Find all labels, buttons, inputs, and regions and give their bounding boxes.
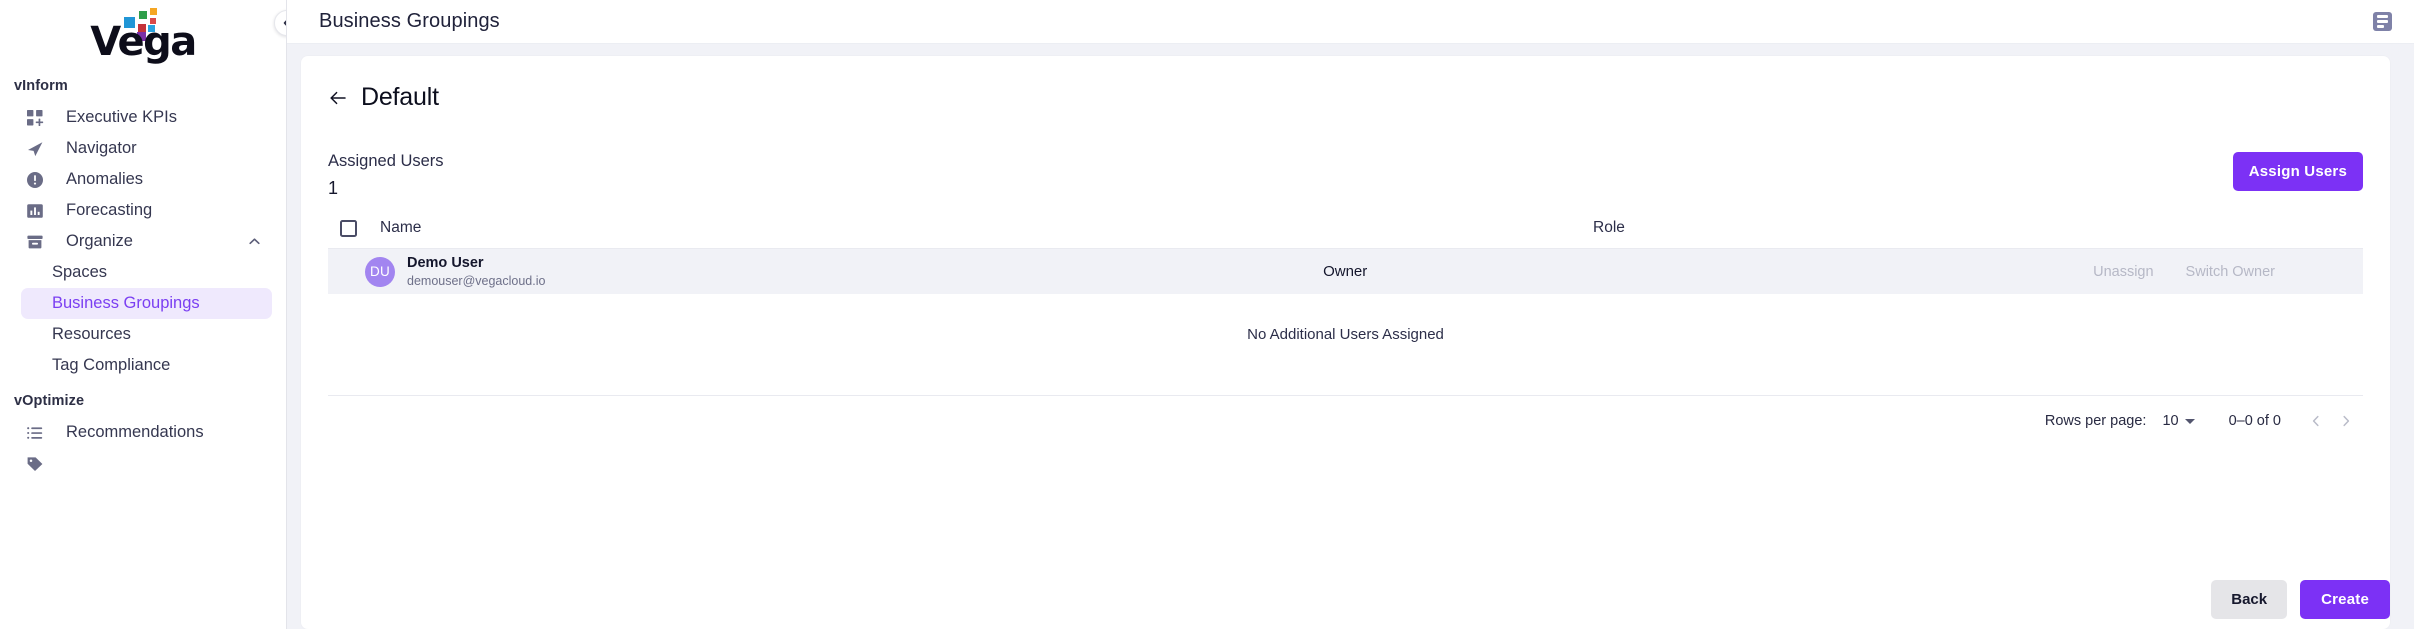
chevron-left-icon — [283, 20, 286, 26]
sidebar-item-partial-cutoff[interactable] — [14, 448, 272, 479]
column-header-role: Role — [1593, 219, 1625, 236]
select-all-checkbox[interactable] — [340, 219, 357, 237]
sidebar-item-anomalies[interactable]: Anomalies — [14, 164, 272, 195]
brand-logo[interactable]: Vega — [0, 0, 286, 66]
chevron-left-icon — [2312, 415, 2319, 427]
sidebar-item-forecasting[interactable]: Forecasting — [14, 195, 272, 226]
sidebar-subitem-spaces[interactable]: Spaces — [21, 257, 272, 288]
back-button[interactable]: Back — [2211, 580, 2288, 619]
rows-per-page-select[interactable]: 10 — [2162, 413, 2195, 429]
assign-users-button[interactable]: Assign Users — [2232, 152, 2363, 191]
pagination-prev-button[interactable] — [2301, 406, 2331, 436]
chevron-up-icon[interactable] — [247, 234, 262, 249]
sidebar-subitem-tag-compliance[interactable]: Tag Compliance — [21, 350, 272, 381]
page-breadcrumb-title: Business Groupings — [319, 10, 500, 32]
table-header-row: Name Role — [328, 218, 2363, 249]
content-area: Default Assigned Users 1 Assign Users Na… — [287, 44, 2414, 629]
sidebar-subitem-business-groupings[interactable]: Business Groupings — [21, 288, 272, 319]
assigned-users-count: 1 — [328, 178, 339, 198]
page-title: Default — [361, 83, 439, 111]
row-actions: Unassign Switch Owner — [2093, 264, 2363, 280]
sidebar-item-label: Recommendations — [66, 423, 204, 441]
archive-box-icon — [24, 231, 46, 253]
app-root: Vega vInform Executive KPIs Navigator An… — [0, 0, 2414, 629]
sidebar-item-label: Anomalies — [66, 170, 144, 188]
user-info: Demo User demouser@vegacloud.io — [407, 255, 545, 289]
sidebar-item-navigator[interactable]: Navigator — [14, 133, 272, 164]
assigned-users-summary: Assigned Users 1 — [328, 152, 2233, 199]
sidebar-item-recommendations[interactable]: Recommendations — [14, 417, 272, 448]
user-name: Demo User — [407, 254, 484, 271]
sidebar-item-label: Navigator — [66, 139, 137, 157]
pagination-range: 0–0 of 0 — [2228, 413, 2281, 429]
tag-icon — [24, 453, 46, 475]
table-row[interactable]: DU Demo User demouser@vegacloud.io Owner… — [328, 249, 2363, 294]
pagination-bar: Rows per page: 10 0–0 of 0 — [328, 396, 2363, 446]
logo-square-0 — [150, 8, 157, 15]
switch-owner-action[interactable]: Switch Owner — [2186, 264, 2275, 280]
rows-per-page-value: 10 — [2162, 413, 2179, 429]
brand-name: Vega — [90, 19, 197, 65]
sidebar-section-voptimize: vOptimize — [14, 393, 85, 409]
assigned-users-block: Assigned Users 1 Assign Users — [328, 152, 2363, 199]
user-cell: DU Demo User demouser@vegacloud.io — [328, 255, 1323, 289]
chevron-right-icon — [2343, 415, 2350, 427]
topbar: Business Groupings — [287, 0, 2414, 44]
sidebar-subitem-label: Resources — [52, 325, 131, 343]
create-button[interactable]: Create — [2300, 580, 2390, 619]
unassign-action[interactable]: Unassign — [2093, 264, 2153, 280]
sidebar-subitem-label: Business Groupings — [52, 294, 200, 312]
avatar: DU — [365, 256, 395, 287]
navigation-arrow-icon — [24, 138, 46, 160]
sidebar-item-label: Forecasting — [66, 201, 153, 219]
arrow-left-icon[interactable] — [328, 88, 348, 108]
column-header-name: Name — [380, 219, 422, 236]
assigned-users-table: Name Role DU Demo User demouser@vegaclou… — [328, 218, 2363, 446]
list-panel-icon[interactable] — [2373, 12, 2392, 31]
list-bullets-icon — [24, 422, 46, 444]
sidebar-item-label: Organize — [66, 232, 133, 250]
user-email: demouser@vegacloud.io — [407, 273, 546, 288]
main-area: Business Groupings Default Assigned User… — [287, 0, 2414, 629]
sidebar-item-executive-kpis[interactable]: Executive KPIs — [14, 102, 272, 133]
pagination-next-button[interactable] — [2331, 406, 2361, 436]
sidebar-item-label: Executive KPIs — [66, 108, 177, 126]
sidebar-subitem-label: Tag Compliance — [52, 356, 171, 374]
page-header: Default — [328, 56, 2363, 112]
chevron-down-icon — [2184, 418, 2195, 424]
alert-circle-icon — [24, 169, 46, 191]
empty-state-message: No Additional Users Assigned — [1247, 326, 1444, 343]
logo-square-1 — [139, 11, 147, 19]
select-all-cell — [328, 219, 380, 237]
sidebar-subitem-label: Spaces — [52, 263, 108, 281]
assigned-users-label: Assigned Users — [328, 152, 444, 170]
sidebar: Vega vInform Executive KPIs Navigator An… — [0, 0, 287, 629]
sidebar-group-organize[interactable]: Organize — [14, 226, 272, 257]
sidebar-section-vinform: vInform — [14, 78, 68, 94]
footer-actions: Back Create — [2211, 580, 2390, 619]
dashboard-plus-icon — [24, 107, 46, 129]
sidebar-subitem-resources[interactable]: Resources — [21, 319, 272, 350]
detail-card: Default Assigned Users 1 Assign Users Na… — [301, 56, 2390, 629]
rows-per-page-label: Rows per page: — [2044, 413, 2147, 429]
bar-chart-icon — [24, 200, 46, 222]
user-role: Owner — [1323, 263, 1368, 280]
